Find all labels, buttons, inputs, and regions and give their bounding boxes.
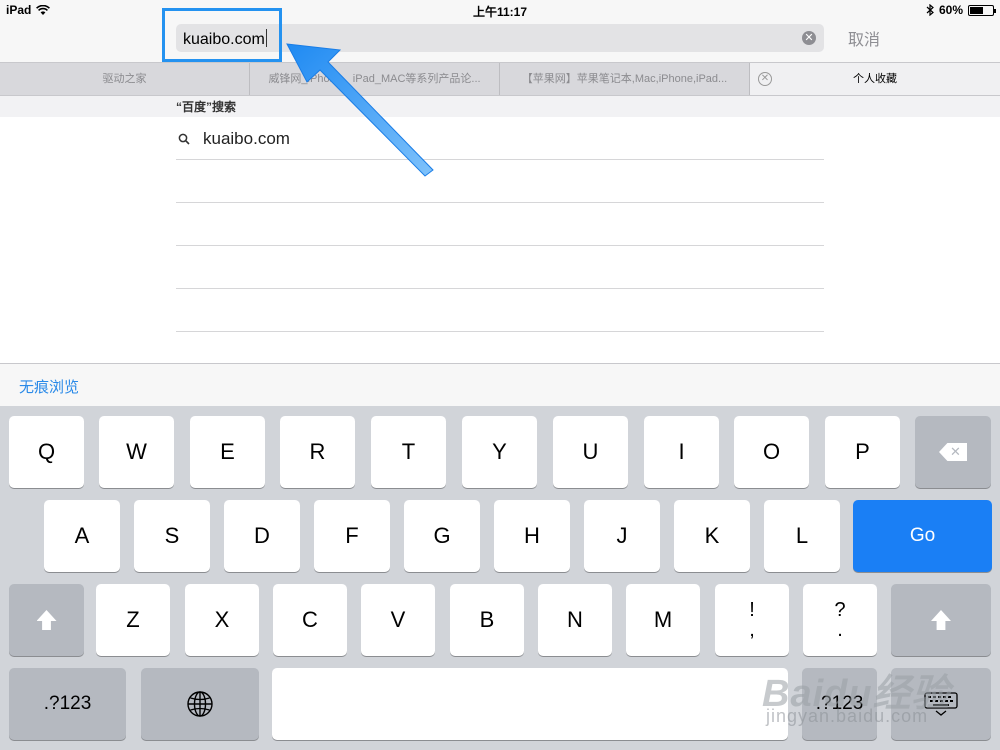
space-key[interactable] — [272, 668, 788, 740]
private-browsing-bar: 无痕浏览 — [0, 363, 1000, 406]
key-y[interactable]: Y — [462, 416, 537, 488]
numbers-key-left[interactable]: .?123 — [9, 668, 126, 740]
key-b[interactable]: B — [450, 584, 524, 656]
empty-row — [176, 160, 824, 203]
tab-favorites[interactable]: ✕ 个人收藏 — [750, 63, 1000, 95]
battery-percent: 60% — [938, 3, 963, 17]
key-a[interactable]: A — [44, 500, 120, 572]
suggestion-header: “百度”搜索 — [0, 96, 1000, 117]
key-c[interactable]: C — [273, 584, 347, 656]
key-period-label: . — [837, 619, 843, 641]
key-k[interactable]: K — [674, 500, 750, 572]
status-bar: iPad 上午11:17 60% — [0, 0, 1000, 20]
globe-icon — [187, 691, 213, 717]
shift-icon — [931, 610, 951, 630]
tab-weiphone[interactable]: 威锋网_iPhone、iPad_MAC等系列产品论... — [250, 63, 500, 95]
key-u[interactable]: U — [553, 416, 628, 488]
key-comma-label: , — [749, 619, 755, 641]
annotation-highlight-box — [162, 8, 282, 62]
tab-qudong[interactable]: 驱动之家 — [0, 63, 250, 95]
backspace-icon: ✕ — [939, 443, 967, 461]
clear-icon[interactable]: ✕ — [802, 31, 816, 45]
cancel-button[interactable]: 取消 — [848, 26, 880, 50]
shift-key-left[interactable] — [9, 584, 84, 656]
key-question-label: ? — [834, 599, 846, 621]
key-h[interactable]: H — [494, 500, 570, 572]
hide-keyboard-key[interactable] — [891, 668, 991, 740]
empty-row — [176, 203, 824, 246]
backspace-key[interactable]: ✕ — [915, 416, 991, 488]
numbers-key-right[interactable]: .?123 — [802, 668, 877, 740]
keyboard-hide-icon — [924, 692, 958, 716]
key-o[interactable]: O — [734, 416, 809, 488]
key-v[interactable]: V — [361, 584, 435, 656]
key-exclamation-label: ! — [749, 599, 755, 621]
shift-key-right[interactable] — [891, 584, 991, 656]
empty-row — [176, 246, 824, 289]
suggestion-text: kuaibo.com — [203, 129, 290, 148]
empty-row — [176, 289, 824, 332]
tab-favorites-label: 个人收藏 — [853, 73, 897, 85]
keyboard: Q W E R T Y U I O P ✕ A S D F G H J K L … — [0, 406, 1000, 750]
suggestion-item[interactable]: kuaibo.com — [176, 117, 824, 160]
tab-bar: 驱动之家 威锋网_iPhone、iPad_MAC等系列产品论... 【苹果网】苹… — [0, 62, 1000, 96]
search-icon — [178, 133, 190, 145]
key-p[interactable]: P — [825, 416, 900, 488]
key-l[interactable]: L — [764, 500, 840, 572]
key-z[interactable]: Z — [96, 584, 170, 656]
key-w[interactable]: W — [99, 416, 174, 488]
key-m[interactable]: M — [626, 584, 700, 656]
key-f[interactable]: F — [314, 500, 390, 572]
key-q[interactable]: Q — [9, 416, 84, 488]
globe-key[interactable] — [141, 668, 259, 740]
key-x[interactable]: X — [185, 584, 259, 656]
key-d[interactable]: D — [224, 500, 300, 572]
key-n[interactable]: N — [538, 584, 612, 656]
key-r[interactable]: R — [280, 416, 355, 488]
key-j[interactable]: J — [584, 500, 660, 572]
key-question-period[interactable]: ? . — [803, 584, 877, 656]
private-browsing-button[interactable]: 无痕浏览 — [19, 376, 79, 397]
key-g[interactable]: G — [404, 500, 480, 572]
go-button[interactable]: Go — [853, 500, 992, 572]
bluetooth-icon — [926, 4, 934, 16]
clock: 上午11:17 — [472, 5, 528, 19]
tab-pingguo[interactable]: 【苹果网】苹果笔记本,Mac,iPhone,iPad... — [500, 63, 750, 95]
key-s[interactable]: S — [134, 500, 210, 572]
suggestion-header-label: “百度”搜索 — [176, 100, 237, 114]
key-t[interactable]: T — [371, 416, 446, 488]
shift-icon — [36, 610, 57, 630]
battery-icon — [968, 4, 996, 16]
key-e[interactable]: E — [190, 416, 265, 488]
key-i[interactable]: I — [644, 416, 719, 488]
key-exclamation-comma[interactable]: ! , — [715, 584, 789, 656]
